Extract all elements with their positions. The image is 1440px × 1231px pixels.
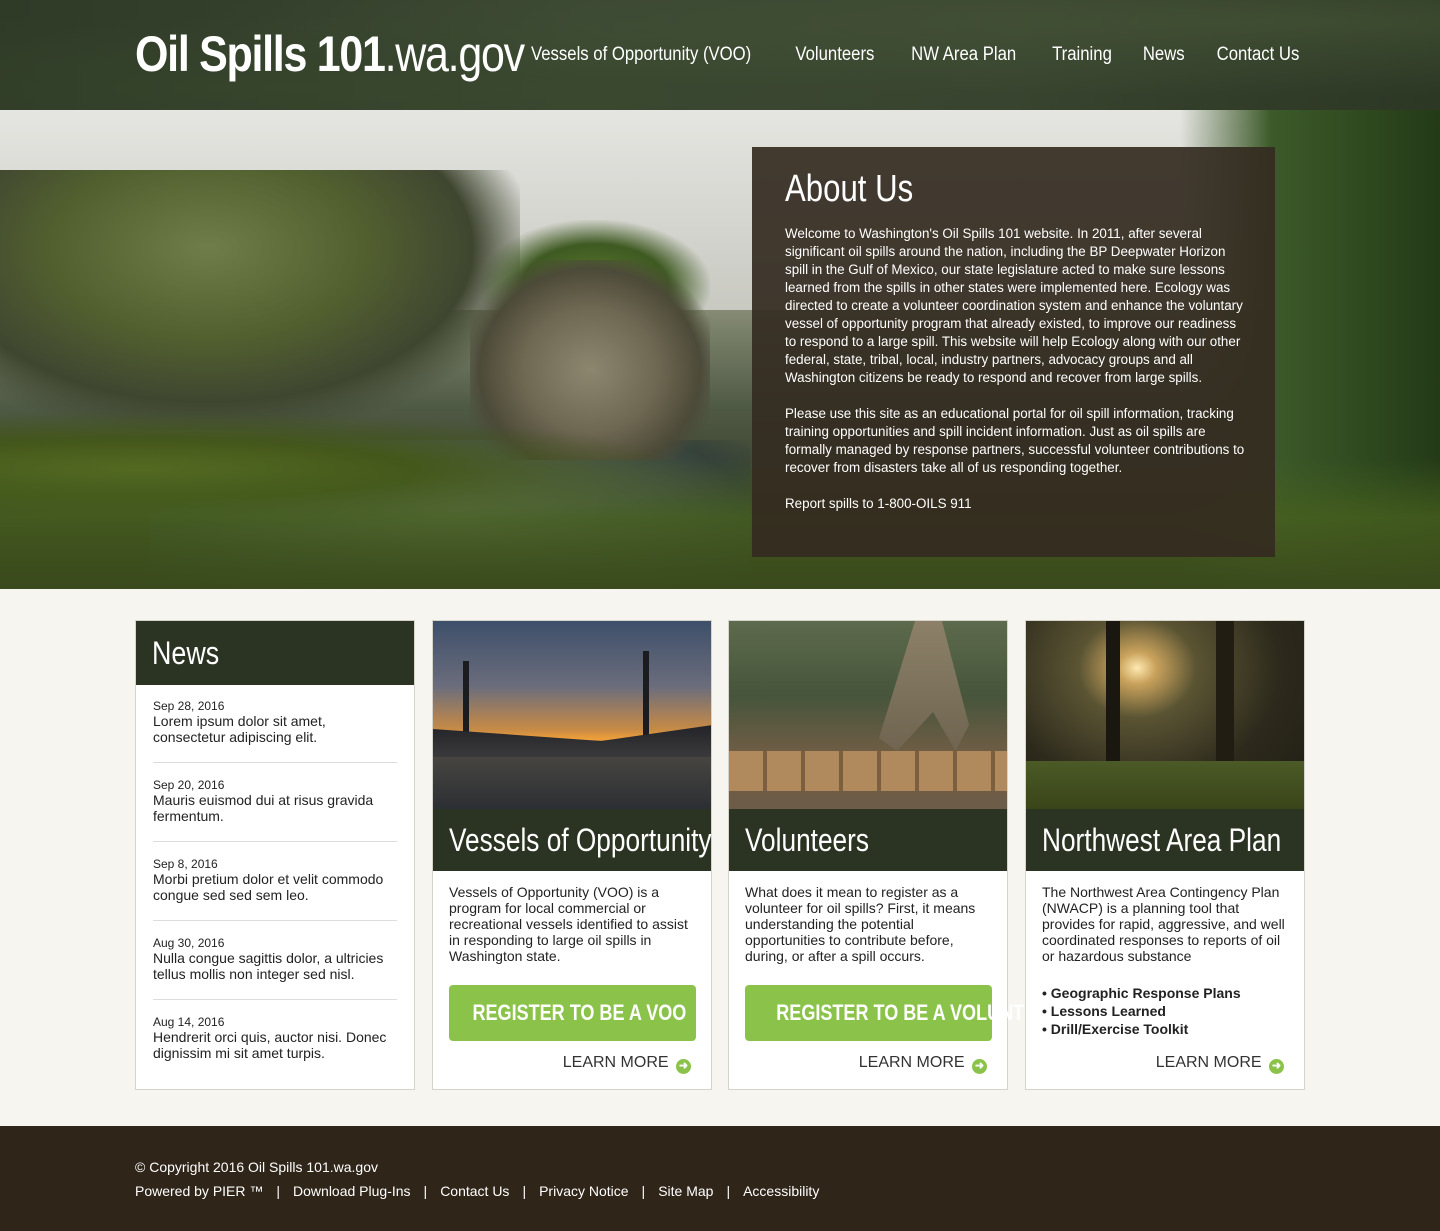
learn-more-label: LEARN MORE bbox=[1155, 1054, 1262, 1071]
site-header: Oil Spills 101.wa.gov Vessels of Opportu… bbox=[0, 0, 1440, 110]
news-item[interactable]: Sep 20, 2016 Mauris euismod dui at risus… bbox=[153, 778, 397, 842]
copyright-text: © Copyright 2016 Oil Spills 101.wa.gov bbox=[135, 1159, 378, 1175]
voo-card-header: Vessels of Opportunity bbox=[433, 809, 712, 871]
nav-volunteers[interactable]: Volunteers bbox=[796, 44, 875, 66]
content-cards: News Sep 28, 2016 Lorem ipsum dolor sit … bbox=[135, 620, 1305, 1090]
nw-area-plan-links: • Geographic Response Plans • Lessons Le… bbox=[1042, 984, 1288, 1038]
nav-contact-us[interactable]: Contact Us bbox=[1217, 44, 1300, 66]
main-nav: Vessels of Opportunity (VOO) Volunteers … bbox=[516, 44, 1305, 66]
voo-learn-more-link[interactable]: LEARN MORE ➜ bbox=[563, 1054, 691, 1074]
arrow-right-circle-icon: ➜ bbox=[1269, 1059, 1284, 1074]
dock-shape bbox=[433, 725, 711, 757]
about-paragraph-1: Welcome to Washington's Oil Spills 101 w… bbox=[785, 226, 1243, 385]
nav-training[interactable]: Training bbox=[1052, 44, 1112, 66]
site-logo[interactable]: Oil Spills 101.wa.gov bbox=[135, 26, 525, 82]
geographic-response-plans-link[interactable]: • Geographic Response Plans bbox=[1042, 984, 1288, 1002]
learn-more-label: LEARN MORE bbox=[562, 1054, 669, 1071]
footer-link-contact-us[interactable]: Contact Us bbox=[440, 1182, 509, 1200]
about-panel: About Us Welcome to Washington's Oil Spi… bbox=[752, 147, 1275, 557]
register-volunteer-label: REGISTER TO BE A VOLUNTEER bbox=[776, 1000, 1062, 1025]
footer-separator: | bbox=[522, 1183, 527, 1199]
register-voo-button[interactable]: REGISTER TO BE A VOO bbox=[449, 985, 696, 1041]
lessons-learned-link[interactable]: • Lessons Learned bbox=[1042, 1002, 1288, 1020]
news-title: News bbox=[152, 635, 220, 671]
nw-area-plan-learn-more-link[interactable]: LEARN MORE ➜ bbox=[1156, 1054, 1284, 1074]
nw-area-plan-card-header: Northwest Area Plan bbox=[1026, 809, 1304, 871]
logo-domain: .wa.gov bbox=[384, 26, 525, 82]
news-date: Sep 8, 2016 bbox=[153, 857, 218, 871]
news-text[interactable]: Hendrerit orci quis, auctor nisi. Donec … bbox=[153, 1029, 397, 1061]
news-panel: News Sep 28, 2016 Lorem ipsum dolor sit … bbox=[135, 620, 415, 1090]
footer-separator: | bbox=[641, 1183, 646, 1199]
nav-voo[interactable]: Vessels of Opportunity (VOO) bbox=[531, 44, 751, 66]
logo-bold: Oil Spills 101 bbox=[135, 26, 386, 82]
nw-area-plan-description: The Northwest Area Contingency Plan (NWA… bbox=[1042, 884, 1285, 964]
boardwalk-shape bbox=[729, 751, 1007, 791]
volunteers-card-header: Volunteers bbox=[729, 809, 1007, 871]
news-text[interactable]: Nulla congue sagittis dolor, a ultricies… bbox=[153, 950, 397, 982]
news-text[interactable]: Morbi pretium dolor et velit commodo con… bbox=[153, 871, 397, 903]
volunteers-learn-more-link[interactable]: LEARN MORE ➜ bbox=[859, 1054, 987, 1074]
nw-forest-image bbox=[1026, 621, 1304, 809]
hero-cliff bbox=[0, 170, 520, 430]
news-item[interactable]: Aug 30, 2016 Nulla congue sagittis dolor… bbox=[153, 936, 397, 1000]
arrow-right-circle-icon: ➜ bbox=[972, 1059, 987, 1074]
forest-floor-shape bbox=[1026, 761, 1304, 809]
site-footer: © Copyright 2016 Oil Spills 101.wa.gov P… bbox=[0, 1126, 1440, 1231]
about-report-line: Report spills to 1-800-OILS 911 bbox=[785, 496, 972, 511]
news-item[interactable]: Sep 28, 2016 Lorem ipsum dolor sit amet,… bbox=[153, 699, 397, 763]
footer-link-site-map[interactable]: Site Map bbox=[658, 1182, 713, 1200]
news-text[interactable]: Mauris euismod dui at risus gravida ferm… bbox=[153, 792, 397, 824]
voo-card-body: Vessels of Opportunity (VOO) is a progra… bbox=[449, 884, 688, 964]
register-voo-label: REGISTER TO BE A VOO bbox=[472, 1000, 687, 1025]
news-list: Sep 28, 2016 Lorem ipsum dolor sit amet,… bbox=[136, 685, 414, 1078]
voo-card: Vessels of Opportunity Vessels of Opport… bbox=[432, 620, 712, 1090]
volunteers-boardwalk-image bbox=[729, 621, 1007, 809]
news-item[interactable]: Aug 14, 2016 Hendrerit orci quis, auctor… bbox=[153, 1015, 397, 1078]
register-volunteer-button[interactable]: REGISTER TO BE A VOLUNTEER bbox=[745, 985, 1061, 1041]
footer-separator: | bbox=[726, 1183, 731, 1199]
nw-area-plan-card-title: Northwest Area Plan bbox=[1042, 822, 1282, 858]
footer-separator: | bbox=[423, 1183, 428, 1199]
arrow-right-circle-icon: ➜ bbox=[676, 1059, 691, 1074]
nw-area-plan-card: Northwest Area Plan The Northwest Area C… bbox=[1025, 620, 1305, 1090]
footer-link-accessibility[interactable]: Accessibility bbox=[743, 1182, 819, 1200]
news-date: Sep 20, 2016 bbox=[153, 778, 225, 792]
news-date: Aug 30, 2016 bbox=[153, 936, 225, 950]
volunteers-card: Volunteers What does it mean to register… bbox=[728, 620, 1061, 1090]
news-date: Aug 14, 2016 bbox=[153, 1015, 225, 1029]
news-header: News bbox=[136, 621, 414, 685]
nav-news[interactable]: News bbox=[1142, 44, 1184, 66]
footer-link-privacy-notice[interactable]: Privacy Notice bbox=[539, 1182, 628, 1200]
nw-area-plan-card-body: The Northwest Area Contingency Plan (NWA… bbox=[1026, 871, 1304, 1038]
news-text[interactable]: Lorem ipsum dolor sit amet, consectetur … bbox=[153, 713, 397, 745]
footer-link-download-plugins[interactable]: Download Plug-Ins bbox=[293, 1182, 411, 1200]
volunteers-card-body: What does it mean to register as a volun… bbox=[745, 884, 976, 964]
about-paragraph-2: Please use this site as an educational p… bbox=[785, 406, 1245, 475]
learn-more-label: LEARN MORE bbox=[858, 1054, 965, 1071]
nav-nw-area-plan[interactable]: NW Area Plan bbox=[911, 44, 1016, 66]
news-date: Sep 28, 2016 bbox=[153, 699, 225, 713]
footer-links: Powered by PIER ™ | Download Plug-Ins | … bbox=[135, 1182, 819, 1200]
voo-card-title: Vessels of Opportunity bbox=[449, 822, 712, 858]
footer-separator: | bbox=[276, 1183, 281, 1199]
voo-port-image bbox=[433, 621, 711, 809]
about-title: About Us bbox=[785, 168, 914, 210]
footer-link-powered-by[interactable]: Powered by PIER ™ bbox=[135, 1182, 263, 1200]
volunteers-card-title: Volunteers bbox=[745, 822, 869, 858]
drill-exercise-toolkit-link[interactable]: • Drill/Exercise Toolkit bbox=[1042, 1020, 1288, 1038]
hiker-legs-shape bbox=[879, 621, 969, 751]
news-item[interactable]: Sep 8, 2016 Morbi pretium dolor et velit… bbox=[153, 857, 397, 921]
